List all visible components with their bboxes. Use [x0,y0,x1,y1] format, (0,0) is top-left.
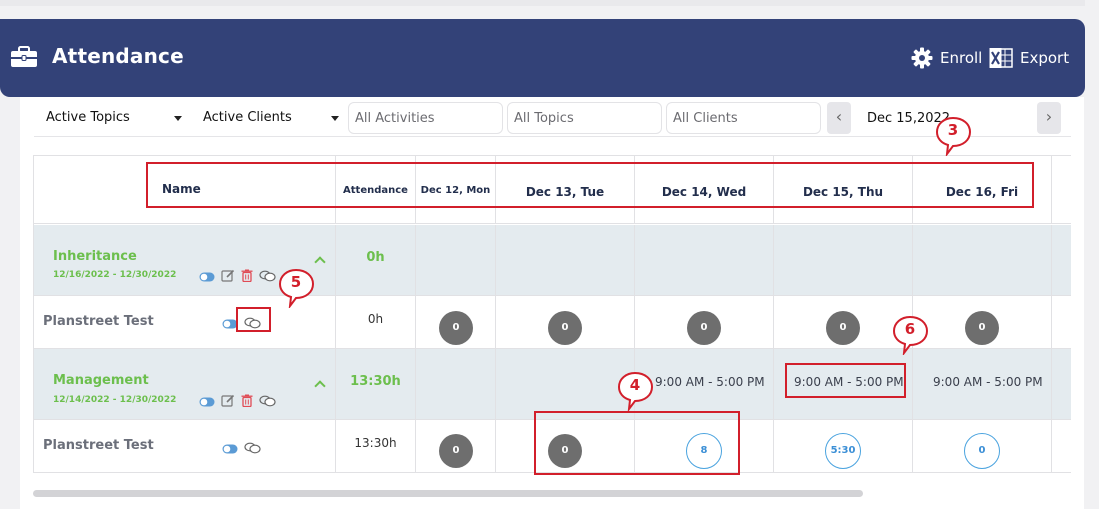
export-button[interactable]: Export [989,47,1069,69]
attendance-dot[interactable]: 0 [687,311,721,345]
student-attendance-cell: 0h [336,296,416,348]
student-actions [222,439,267,458]
student-attendance: 0h [367,312,384,326]
annotation-label-3: 3 [947,121,959,139]
group-day-cell: 9:00 AM - 5:00 PM [913,349,1052,419]
group-day-cell [416,349,496,419]
gear-icon [911,47,933,69]
attendance-dot[interactable]: 0 [548,311,582,345]
annotation-box-schedule [785,363,906,398]
group-day-cell [496,225,635,295]
group-day-cell [635,225,774,295]
toggle-icon[interactable] [199,267,215,286]
annotation-bubble-6: 6 [892,315,929,355]
day-cell: 0 [496,296,635,348]
top-strip [0,0,1085,6]
group-day-cell [913,225,1052,295]
edit-icon[interactable] [221,392,235,411]
topics-input[interactable]: All Topics [507,102,662,134]
group-dates: 12/14/2022 - 12/30/2022 [53,395,177,405]
excel-icon [989,48,1013,68]
student-attendance-cell: 13:30h [336,420,416,472]
group-name-cell: Management 12/14/2022 - 12/30/2022 [34,349,336,419]
schedule-time: 9:00 AM - 5:00 PM [655,375,765,389]
student-name: Planstreet Test [43,438,154,453]
annotation-bubble-5: 5 [278,268,315,308]
day-cell: 0 [913,420,1052,472]
comment-icon[interactable] [259,267,276,286]
export-label: Export [1020,49,1070,67]
next-week-button[interactable]: › [1037,102,1061,134]
header-extra-cell [1052,156,1071,223]
comment-icon[interactable] [259,392,276,411]
caret-down-icon [331,116,339,121]
annotation-box-header [146,162,1034,208]
attendance-ring[interactable]: 5:30 [825,433,861,469]
edit-icon[interactable] [221,267,235,286]
student-name-cell: Planstreet Test [34,420,336,472]
clients-select[interactable]: Active Clients [191,102,346,134]
toggle-icon[interactable] [222,439,238,458]
toggle-icon[interactable] [199,392,215,411]
student-name: Planstreet Test [43,314,154,329]
divider [34,136,1071,137]
clients-input[interactable]: All Clients [666,102,821,134]
day-cell: 0 [635,296,774,348]
enroll-button[interactable]: Enroll [911,47,982,69]
group-day-cell [496,349,635,419]
enroll-label: Enroll [940,49,983,67]
caret-down-icon [174,116,182,121]
horizontal-scrollbar[interactable] [33,490,863,497]
group-row: Inheritance 12/16/2022 - 12/30/2022 0h [34,225,1071,295]
group-total: 0h [366,250,385,265]
activities-input[interactable]: All Activities [348,102,503,134]
group-row: Management 12/14/2022 - 12/30/2022 13:30… [34,349,1071,419]
group-day-cell [774,225,913,295]
day-cell: 0 [416,296,496,348]
attendance-dot[interactable]: 0 [439,434,473,468]
group-actions [199,392,282,411]
topics-select-value: Active Topics [46,110,130,125]
group-total-cell: 13:30h [336,349,416,419]
group-name: Inheritance [53,249,137,264]
comment-icon[interactable] [244,439,261,458]
briefcase-icon [11,46,37,67]
collapse-chevron-icon[interactable] [314,256,326,268]
group-total-cell: 0h [336,225,416,295]
prev-week-button[interactable]: ‹ [827,102,851,134]
group-name: Management [53,373,149,388]
clients-select-value: Active Clients [203,110,292,125]
attendance-dot[interactable]: 0 [439,311,473,345]
group-total: 13:30h [350,374,401,389]
annotation-box-comment [236,307,271,332]
schedule-time: 9:00 AM - 5:00 PM [933,375,1043,389]
day-cell: 0 [913,296,1052,348]
annotation-label-5: 5 [290,273,302,291]
attendance-dot[interactable]: 0 [826,311,860,345]
day-cell: 5:30 [774,420,913,472]
annotation-box-cells [534,411,740,475]
annotation-label-4: 4 [629,376,641,394]
trash-icon[interactable] [241,267,253,286]
collapse-chevron-icon[interactable] [314,380,326,392]
app-header: Attendance Enroll Export [0,19,1085,97]
group-actions [199,267,282,286]
page-title: Attendance [52,44,184,68]
group-dates: 12/16/2022 - 12/30/2022 [53,270,177,280]
annotation-label-6: 6 [904,320,916,338]
student-attendance: 13:30h [354,436,397,450]
group-day-cell [416,225,496,295]
attendance-dot[interactable]: 0 [965,311,999,345]
attendance-ring[interactable]: 0 [964,433,1000,469]
day-cell: 0 [416,420,496,472]
topics-select[interactable]: Active Topics [34,102,189,134]
trash-icon[interactable] [241,392,253,411]
annotation-bubble-4: 4 [617,371,654,411]
annotation-bubble-3: 3 [935,116,972,156]
